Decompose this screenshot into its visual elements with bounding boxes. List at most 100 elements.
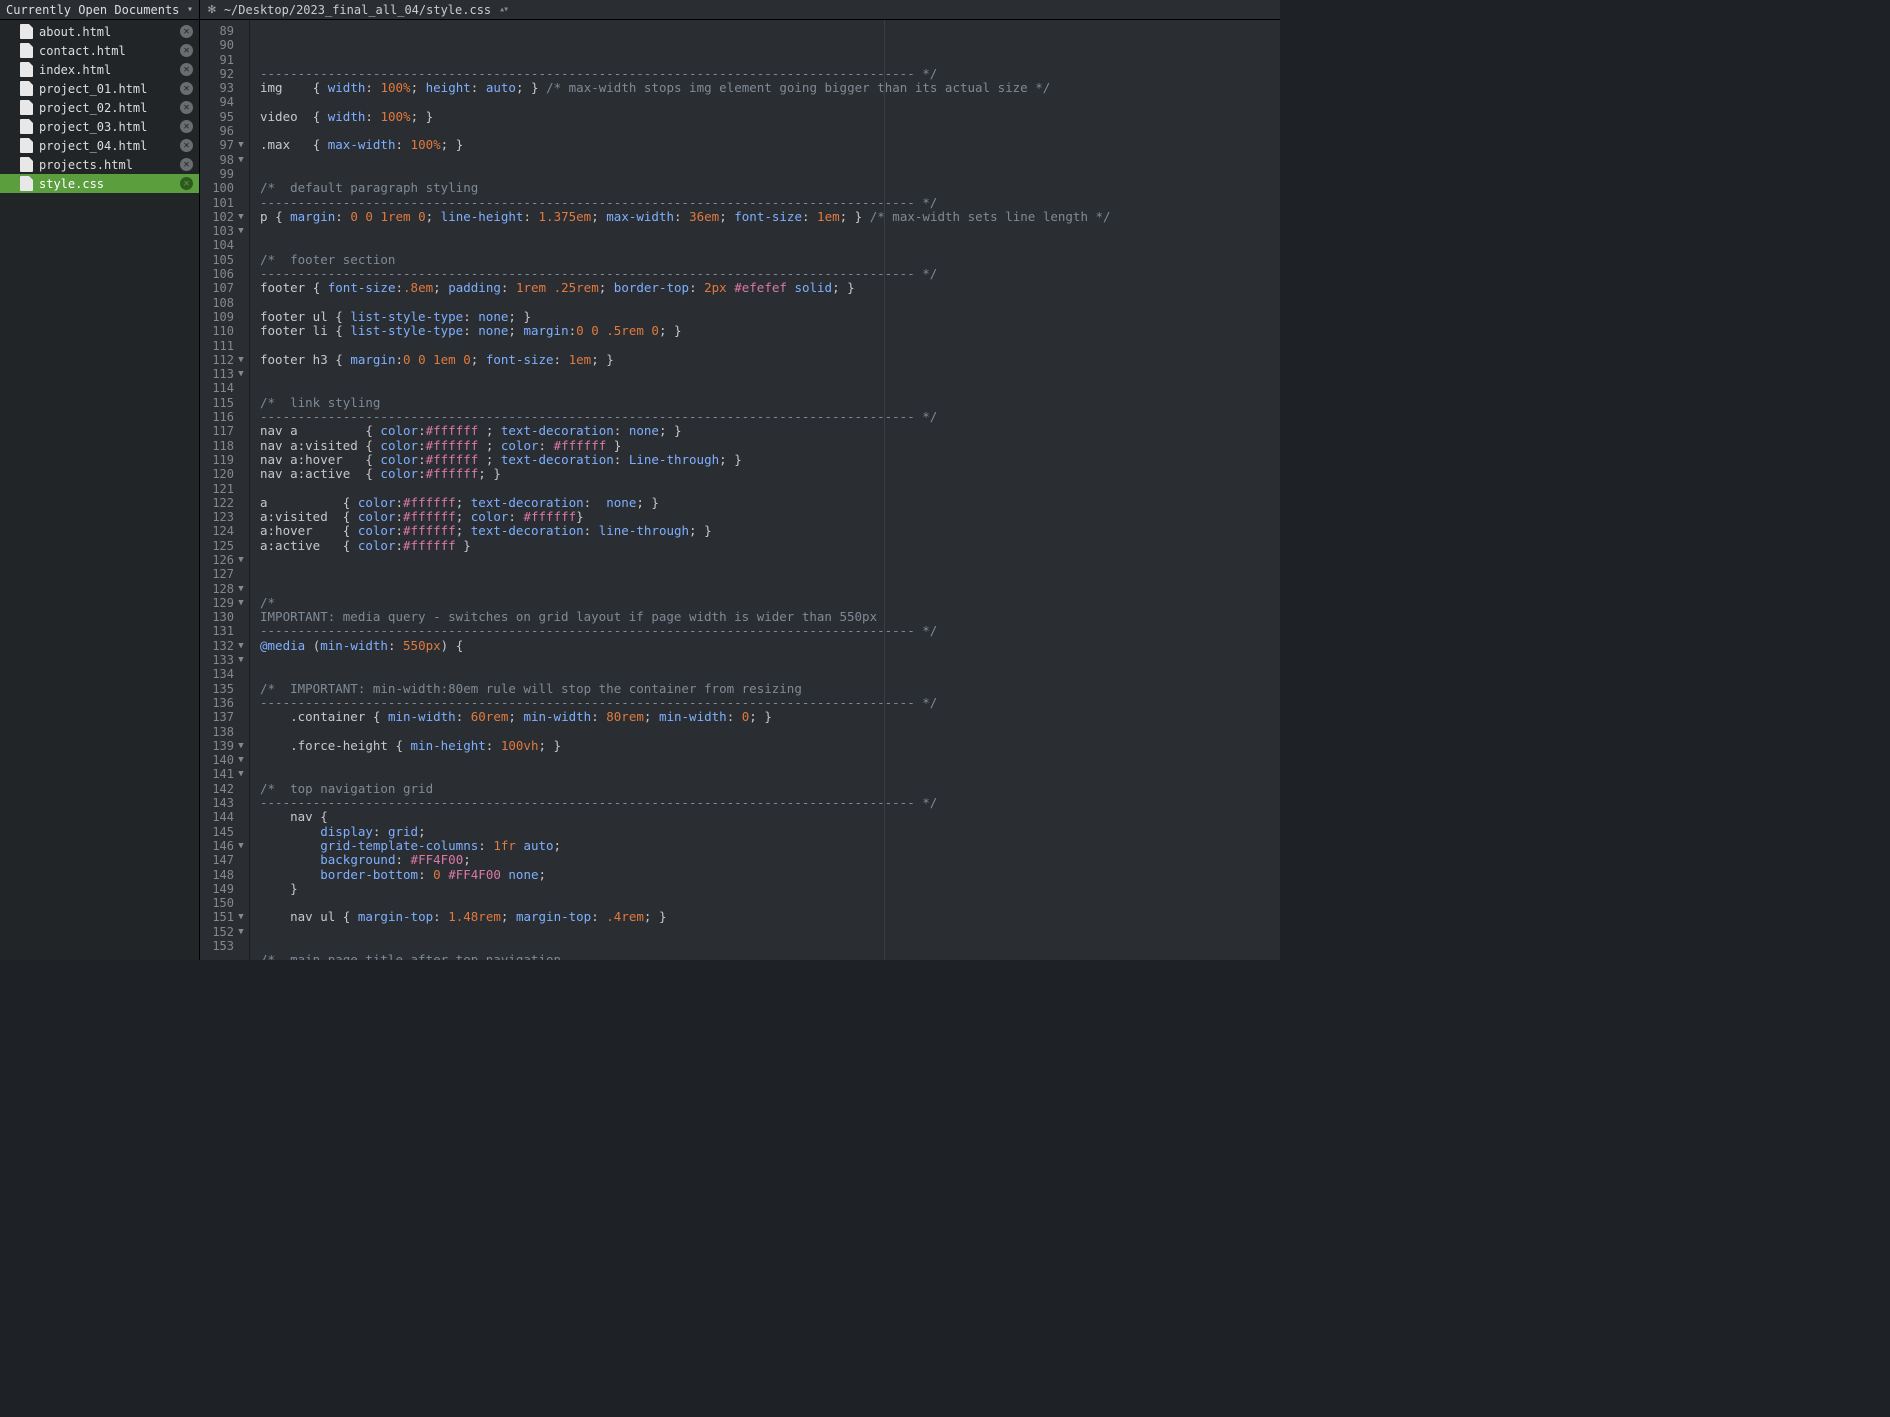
fold-icon[interactable]: ▼ bbox=[237, 767, 245, 781]
code-line[interactable] bbox=[260, 296, 1280, 310]
code-line[interactable]: nav a:visited { color:#ffffff ; color: #… bbox=[260, 439, 1280, 453]
line-number[interactable]: 104▼ bbox=[200, 238, 245, 252]
line-number[interactable]: 96▼ bbox=[200, 124, 245, 138]
line-number[interactable]: 91▼ bbox=[200, 53, 245, 67]
code-line[interactable]: footer ul { list-style-type: none; } bbox=[260, 310, 1280, 324]
line-number[interactable]: 99▼ bbox=[200, 167, 245, 181]
line-number[interactable]: 105▼ bbox=[200, 253, 245, 267]
code-line[interactable] bbox=[260, 753, 1280, 767]
line-number[interactable]: 142▼ bbox=[200, 782, 245, 796]
file-item[interactable]: project_03.html✕ bbox=[0, 117, 199, 136]
line-number[interactable]: 101▼ bbox=[200, 196, 245, 210]
code-line[interactable]: grid-template-columns: 1fr auto; bbox=[260, 839, 1280, 853]
line-number[interactable]: 133▼ bbox=[200, 653, 245, 667]
line-number[interactable]: 138▼ bbox=[200, 725, 245, 739]
line-number[interactable]: 111▼ bbox=[200, 339, 245, 353]
line-number[interactable]: 134▼ bbox=[200, 667, 245, 681]
fold-icon[interactable]: ▼ bbox=[237, 582, 245, 596]
line-number[interactable]: 97▼ bbox=[200, 138, 245, 152]
line-number[interactable]: 98▼ bbox=[200, 153, 245, 167]
line-number[interactable]: 130▼ bbox=[200, 610, 245, 624]
code-line[interactable]: } bbox=[260, 882, 1280, 896]
code-line[interactable] bbox=[260, 667, 1280, 681]
code-line[interactable] bbox=[260, 482, 1280, 496]
line-number[interactable]: 109▼ bbox=[200, 310, 245, 324]
line-number[interactable]: 93▼ bbox=[200, 81, 245, 95]
fold-icon[interactable]: ▼ bbox=[237, 353, 245, 367]
line-number[interactable]: 131▼ bbox=[200, 624, 245, 638]
file-item[interactable]: index.html✕ bbox=[0, 60, 199, 79]
code-line[interactable]: a:active { color:#ffffff } bbox=[260, 539, 1280, 553]
close-icon[interactable]: ✕ bbox=[180, 139, 193, 152]
code-line[interactable] bbox=[260, 896, 1280, 910]
code-line[interactable]: /* footer section bbox=[260, 253, 1280, 267]
line-number[interactable]: 129▼ bbox=[200, 596, 245, 610]
code-line[interactable]: nav a:hover { color:#ffffff ; text-decor… bbox=[260, 453, 1280, 467]
code-line[interactable] bbox=[260, 381, 1280, 395]
line-number[interactable]: 102▼ bbox=[200, 210, 245, 224]
fold-icon[interactable]: ▼ bbox=[237, 367, 245, 381]
file-item[interactable]: project_01.html✕ bbox=[0, 79, 199, 98]
close-icon[interactable]: ✕ bbox=[180, 25, 193, 38]
code-line[interactable]: /* IMPORTANT: min-width:80em rule will s… bbox=[260, 682, 1280, 696]
editor[interactable]: 89▼90▼91▼92▼93▼94▼95▼96▼97▼98▼99▼100▼101… bbox=[200, 20, 1280, 960]
line-number[interactable]: 135▼ bbox=[200, 682, 245, 696]
line-number[interactable]: 107▼ bbox=[200, 281, 245, 295]
file-item[interactable]: projects.html✕ bbox=[0, 155, 199, 174]
code-line[interactable]: img { width: 100%; height: auto; } /* ma… bbox=[260, 81, 1280, 95]
file-item[interactable]: contact.html✕ bbox=[0, 41, 199, 60]
code-line[interactable]: ----------------------------------------… bbox=[260, 267, 1280, 281]
code-line[interactable]: ----------------------------------------… bbox=[260, 67, 1280, 81]
line-number[interactable]: 128▼ bbox=[200, 582, 245, 596]
close-icon[interactable]: ✕ bbox=[180, 82, 193, 95]
line-number[interactable]: 119▼ bbox=[200, 453, 245, 467]
line-number[interactable]: 92▼ bbox=[200, 67, 245, 81]
line-number[interactable]: 147▼ bbox=[200, 853, 245, 867]
code-line[interactable]: ----------------------------------------… bbox=[260, 624, 1280, 638]
line-number[interactable]: 114▼ bbox=[200, 381, 245, 395]
close-icon[interactable]: ✕ bbox=[180, 120, 193, 133]
code-line[interactable] bbox=[260, 167, 1280, 181]
code-line[interactable]: footer h3 { margin:0 0 1em 0; font-size:… bbox=[260, 353, 1280, 367]
code-line[interactable]: ----------------------------------------… bbox=[260, 796, 1280, 810]
line-number[interactable]: 100▼ bbox=[200, 181, 245, 195]
code-line[interactable]: display: grid; bbox=[260, 825, 1280, 839]
close-icon[interactable]: ✕ bbox=[180, 158, 193, 171]
fold-icon[interactable]: ▼ bbox=[237, 210, 245, 224]
code-line[interactable]: a:hover { color:#ffffff; text-decoration… bbox=[260, 524, 1280, 538]
gear-icon[interactable]: ✻ bbox=[208, 2, 216, 17]
code-line[interactable]: ----------------------------------------… bbox=[260, 196, 1280, 210]
code-line[interactable]: /* top navigation grid bbox=[260, 782, 1280, 796]
code-line[interactable]: /* bbox=[260, 596, 1280, 610]
line-number[interactable]: 143▼ bbox=[200, 796, 245, 810]
code-line[interactable]: IMPORTANT: media query - switches on gri… bbox=[260, 610, 1280, 624]
code-line[interactable]: .force-height { min-height: 100vh; } bbox=[260, 739, 1280, 753]
line-number[interactable]: 150▼ bbox=[200, 896, 245, 910]
fold-icon[interactable]: ▼ bbox=[237, 596, 245, 610]
fold-icon[interactable]: ▼ bbox=[237, 653, 245, 667]
close-icon[interactable]: ✕ bbox=[180, 63, 193, 76]
line-number[interactable]: 123▼ bbox=[200, 510, 245, 524]
line-number[interactable]: 94▼ bbox=[200, 95, 245, 109]
code-line[interactable]: video { width: 100%; } bbox=[260, 110, 1280, 124]
code-line[interactable]: nav ul { margin-top: 1.48rem; margin-top… bbox=[260, 910, 1280, 924]
code-line[interactable]: .max { max-width: 100%; } bbox=[260, 138, 1280, 152]
line-number[interactable]: 118▼ bbox=[200, 439, 245, 453]
code-line[interactable] bbox=[260, 653, 1280, 667]
code-line[interactable] bbox=[260, 224, 1280, 238]
line-number[interactable]: 113▼ bbox=[200, 367, 245, 381]
close-icon[interactable]: ✕ bbox=[180, 101, 193, 114]
path-stepper-icon[interactable]: ▴▾ bbox=[499, 4, 507, 15]
fold-icon[interactable]: ▼ bbox=[237, 910, 245, 924]
file-item[interactable]: project_04.html✕ bbox=[0, 136, 199, 155]
line-number[interactable]: 148▼ bbox=[200, 868, 245, 882]
line-number[interactable]: 122▼ bbox=[200, 496, 245, 510]
line-number[interactable]: 132▼ bbox=[200, 639, 245, 653]
code-line[interactable] bbox=[260, 567, 1280, 581]
line-number[interactable]: 149▼ bbox=[200, 882, 245, 896]
code-line[interactable] bbox=[260, 124, 1280, 138]
line-number[interactable]: 108▼ bbox=[200, 296, 245, 310]
line-number[interactable]: 137▼ bbox=[200, 710, 245, 724]
file-item[interactable]: about.html✕ bbox=[0, 22, 199, 41]
code-line[interactable]: ----------------------------------------… bbox=[260, 410, 1280, 424]
